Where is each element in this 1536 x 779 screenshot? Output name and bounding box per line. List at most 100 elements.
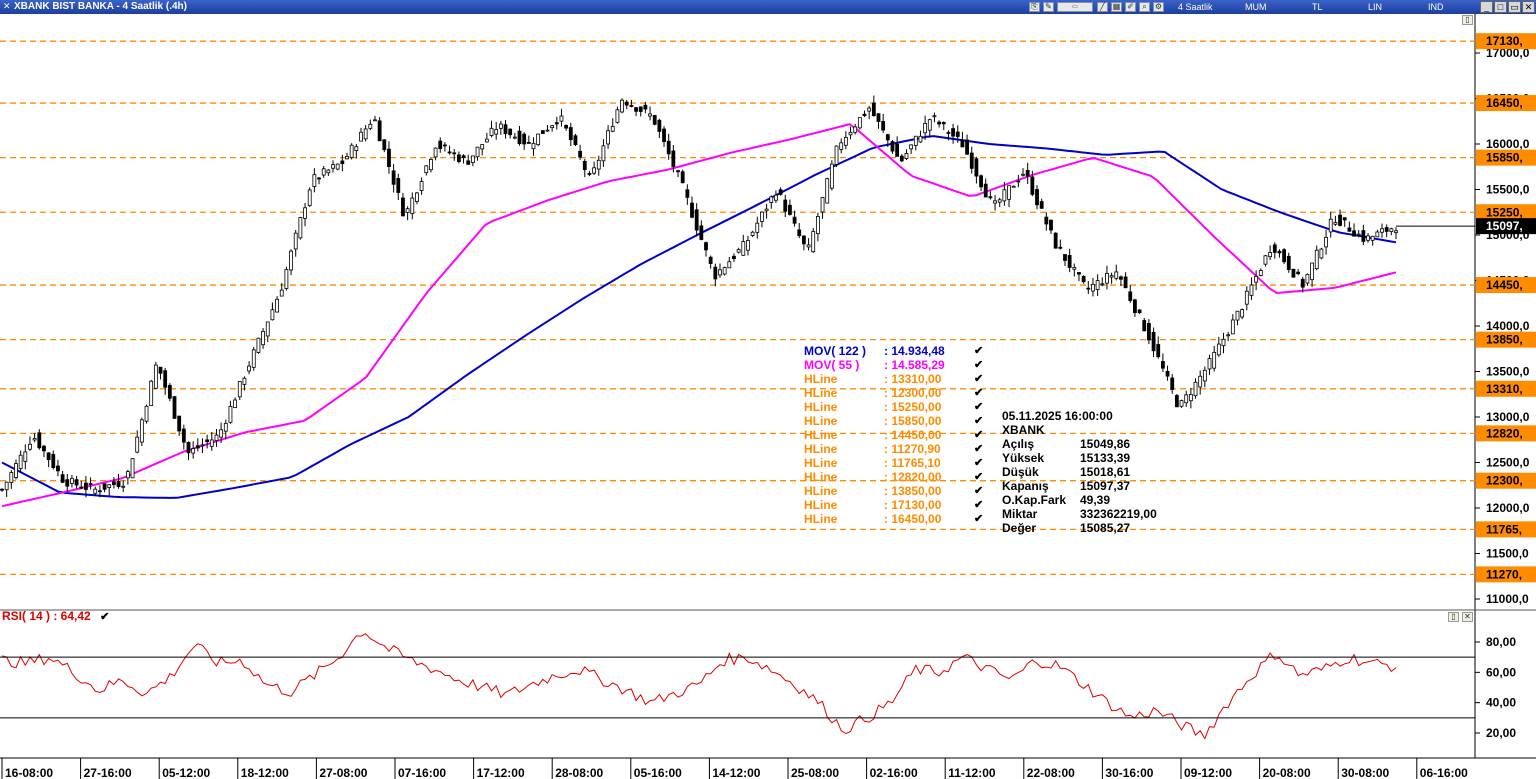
candle-body — [732, 255, 736, 260]
legend-item-name: HLine — [804, 386, 838, 400]
candle-body — [755, 222, 760, 233]
candle-body — [461, 155, 466, 158]
candle-body — [303, 207, 307, 219]
candle-body — [396, 178, 401, 193]
candle-body — [102, 483, 107, 490]
toolbar-grid-icon[interactable]: ▦ — [1111, 2, 1122, 12]
price-axis-label: 15500,0 — [1486, 183, 1530, 197]
legend-check-icon[interactable]: ✔ — [974, 470, 983, 483]
close-button[interactable]: ✕ — [1522, 1, 1535, 13]
legend-check-icon[interactable]: ✔ — [974, 428, 983, 441]
mode-indicator[interactable]: IND — [1428, 2, 1444, 12]
candle-body — [713, 266, 718, 280]
candle-body — [177, 415, 182, 432]
legend-check-icon[interactable]: ✔ — [974, 512, 983, 525]
mode-candle[interactable]: MUM — [1245, 2, 1267, 12]
candle-body — [1254, 275, 1259, 283]
legend-check-icon[interactable]: ✔ — [974, 344, 983, 357]
toolbar-pencil-icon[interactable]: ✐ — [1125, 2, 1136, 12]
info-row-value: 15018,61 — [1080, 465, 1131, 479]
legend-check-icon[interactable]: ✔ — [974, 386, 983, 399]
candle-body — [760, 211, 764, 222]
info-row-value: 332362219,00 — [1080, 507, 1157, 521]
legend-item-name: HLine — [804, 372, 838, 386]
date-axis-label: 30-08:00 — [1341, 766, 1389, 779]
legend-item-value: : 11270,90 — [884, 442, 941, 456]
candle-body — [79, 486, 84, 489]
candle-body — [815, 216, 820, 235]
candle-body — [913, 135, 918, 146]
price-panel-menu-icon[interactable]: ▯ — [1462, 15, 1473, 25]
candle-body — [811, 231, 816, 253]
info-row-label: Düşük — [1002, 465, 1039, 479]
toolbar-settings-icon[interactable]: ⚙ — [1153, 2, 1164, 12]
toolbar-copy-icon[interactable]: ⎘ — [1029, 2, 1040, 12]
toolbar-period-field[interactable]: ▭ — [1057, 2, 1093, 12]
candle-body — [275, 298, 279, 313]
candle-body — [1128, 291, 1133, 301]
last-price-label: 15097, — [1486, 219, 1523, 233]
price-axis-label: 11000,0 — [1486, 592, 1529, 606]
candle-body — [191, 448, 196, 454]
candle-body — [32, 438, 37, 441]
info-row-label: Açılış — [1002, 437, 1035, 451]
mode-period[interactable]: 4 Saatlik — [1178, 2, 1213, 12]
legend-item-value: : 16450,00 — [884, 512, 942, 526]
candle-body — [662, 128, 666, 142]
candle-body — [14, 463, 18, 479]
candle-body — [475, 146, 480, 158]
price-axis-label: 12000,0 — [1486, 501, 1530, 515]
mode-currency[interactable]: TL — [1312, 2, 1323, 12]
legend-item-value: : 11765,10 — [884, 456, 941, 470]
candle-body — [1394, 230, 1398, 234]
candle-body — [1002, 189, 1007, 202]
mode-scale[interactable]: LIN — [1368, 2, 1382, 12]
maximize-button[interactable]: □ — [1494, 1, 1507, 13]
candle-body — [1324, 237, 1328, 248]
minimize-button[interactable]: _ — [1480, 1, 1493, 13]
legend-check-icon[interactable]: ✔ — [974, 484, 983, 497]
legend-check-icon[interactable]: ✔ — [974, 456, 983, 469]
rsi-check-icon[interactable]: ✔ — [100, 611, 109, 623]
candle-body — [1380, 228, 1384, 233]
candle-body — [993, 200, 997, 204]
candle-body — [153, 364, 158, 389]
candle-body — [718, 269, 722, 276]
date-axis-label: 11-12:00 — [948, 766, 996, 779]
legend-check-icon[interactable]: ✔ — [974, 442, 983, 455]
legend-check-icon[interactable]: ✔ — [974, 498, 983, 511]
candle-body — [843, 137, 848, 146]
candle-body — [307, 189, 312, 207]
candle-body — [1230, 319, 1235, 335]
legend-item-name: HLine — [804, 428, 838, 442]
candle-body — [443, 144, 447, 147]
toolbar-draw-icon[interactable]: ╱ — [1097, 2, 1108, 12]
candle-body — [51, 453, 56, 469]
candle-body — [1081, 276, 1086, 283]
candle-body — [345, 156, 349, 160]
rsi-panel-close-icon[interactable]: ✕ — [1462, 612, 1473, 622]
legend-item-name: HLine — [804, 456, 838, 470]
legend-check-icon[interactable]: ✔ — [974, 414, 983, 427]
date-axis-label: 18-12:00 — [241, 766, 289, 779]
candle-body — [424, 165, 429, 174]
candle-body — [1286, 255, 1291, 271]
candle-body — [1347, 227, 1352, 232]
candle-body — [167, 384, 172, 399]
legend-item-name: HLine — [804, 512, 838, 526]
restore-button[interactable]: ▭ — [1508, 1, 1521, 13]
hline-axis-label: 12300, — [1486, 474, 1523, 488]
candle-body — [228, 405, 233, 423]
candle-body — [624, 101, 629, 106]
legend-check-icon[interactable]: ✔ — [974, 400, 983, 413]
info-row-label: Değer — [1002, 521, 1037, 535]
candle-body — [1091, 283, 1095, 292]
toolbar-zoom-icon[interactable]: ⌕ — [1139, 2, 1150, 12]
toolbar-notes-icon[interactable]: ✎ — [1043, 2, 1054, 12]
candle-body — [261, 330, 265, 346]
candle-body — [1147, 323, 1151, 341]
legend-check-icon[interactable]: ✔ — [974, 372, 983, 385]
legend-check-icon[interactable]: ✔ — [974, 358, 983, 371]
candle-body — [415, 192, 419, 202]
rsi-panel-menu-icon[interactable]: ▯ — [1448, 612, 1459, 622]
